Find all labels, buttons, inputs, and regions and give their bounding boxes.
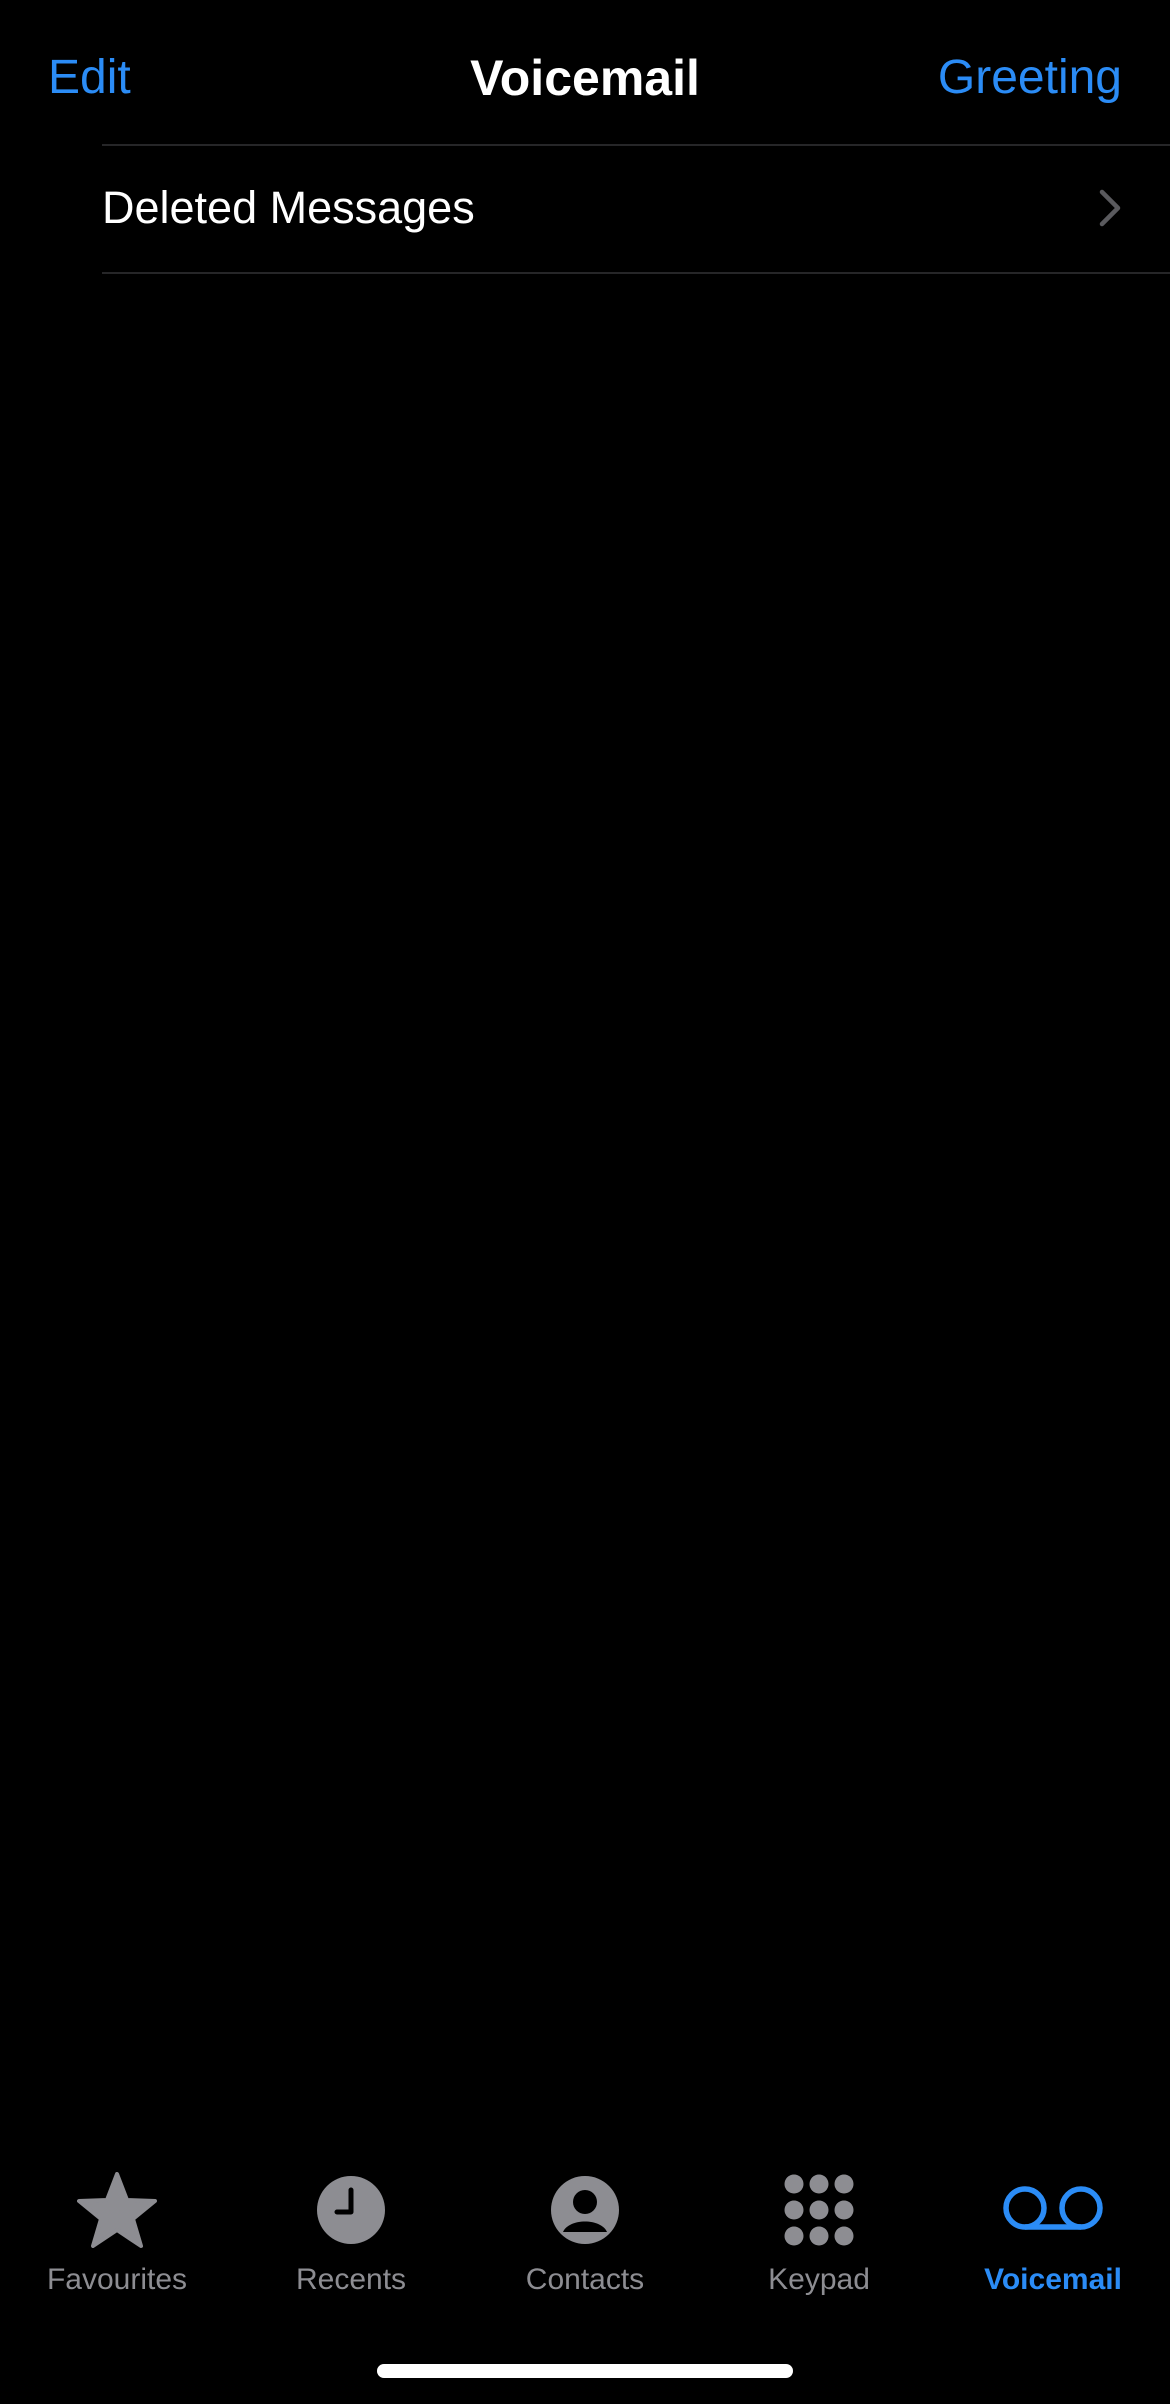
tab-bar: Favourites Recents Contacts Keypad Voice… bbox=[0, 2150, 1170, 2310]
tab-favourites[interactable]: Favourites bbox=[0, 2172, 234, 2312]
deleted-messages-row[interactable]: Deleted Messages bbox=[0, 146, 1170, 272]
tab-voicemail[interactable]: Voicemail bbox=[936, 2172, 1170, 2312]
navigation-bar: Edit Voicemail Greeting bbox=[0, 0, 1170, 145]
voicemail-icon bbox=[936, 2172, 1170, 2248]
tab-keypad[interactable]: Keypad bbox=[702, 2172, 936, 2312]
tab-label-recents: Recents bbox=[295, 2263, 407, 2296]
tab-label-voicemail: Voicemail bbox=[984, 2263, 1122, 2296]
keypad-icon bbox=[702, 2172, 936, 2248]
list-item-label: Deleted Messages bbox=[102, 182, 475, 233]
tab-label-contacts: Contacts bbox=[525, 2263, 645, 2296]
tab-label-keypad: Keypad bbox=[768, 2263, 870, 2296]
tab-label-favourites: Favourites bbox=[46, 2263, 188, 2296]
clock-icon bbox=[234, 2172, 468, 2248]
tab-contacts[interactable]: Contacts bbox=[468, 2172, 702, 2312]
chevron-right-icon bbox=[1098, 188, 1122, 228]
bottom-divider bbox=[102, 272, 1170, 274]
home-indicator[interactable] bbox=[377, 2364, 793, 2378]
edit-button[interactable]: Edit bbox=[48, 46, 131, 110]
greeting-button[interactable]: Greeting bbox=[938, 46, 1122, 110]
person-circle-icon bbox=[468, 2172, 702, 2248]
star-icon bbox=[0, 2172, 234, 2248]
tab-recents[interactable]: Recents bbox=[234, 2172, 468, 2312]
